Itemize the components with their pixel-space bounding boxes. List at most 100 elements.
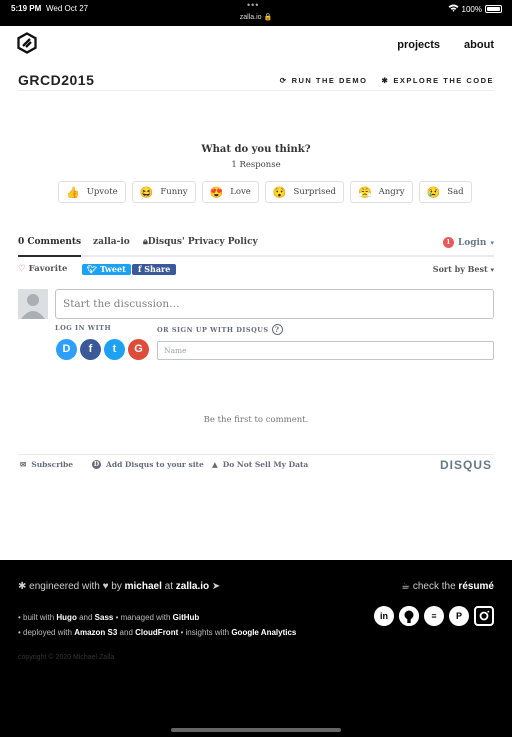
hugo-link[interactable]: Hugo [56,613,76,622]
add-disqus-link[interactable]: D Add Disqus to your site [92,460,204,469]
angry-face-icon: 😤 [357,185,372,199]
reaction-angry-button[interactable]: 😤 Angry [349,181,413,203]
subscribe-link[interactable]: ✉︎ Subscribe [20,460,73,469]
instagram-icon[interactable] [474,606,494,626]
reaction-question: What do you think? [201,144,311,155]
reaction-label: Love [230,187,251,197]
divider [18,454,494,455]
sort-dropdown[interactable]: Sort by Best ▾ [433,264,494,274]
reaction-label: Angry [378,187,405,197]
wifi-icon [448,4,459,14]
reaction-upvote-button[interactable]: 👍 Upvote [58,181,126,203]
response-count: 1 Response [231,160,281,170]
more-dots-icon[interactable]: ••• [247,0,259,10]
disqus-login-icon[interactable]: D [56,339,77,360]
github-icon[interactable] [399,606,419,626]
reaction-label: Funny [160,187,188,197]
reaction-funny-button[interactable]: 😆 Funny [131,181,196,203]
site-name-link[interactable]: zalla.io [176,581,209,592]
share-button[interactable]: f Share [132,264,177,275]
name-field[interactable]: Name [157,341,494,360]
login-with-label: LOG IN WITH [55,324,112,332]
run-demo-link[interactable]: ⟳ RUN THE DEMO [280,76,368,85]
heart-icon: ♡ [18,264,26,274]
explore-code-link[interactable]: ✱ EXPLORE THE CODE [382,76,494,85]
facebook-login-icon[interactable]: f [80,339,101,360]
favorite-label: Favorite [28,264,68,274]
share-label: Share [144,264,171,274]
chevron-down-icon: ▾ [490,238,494,247]
at-text: at [164,581,173,592]
and-text: and [119,628,133,637]
envelope-icon: ✉︎ [20,460,27,469]
empty-comments-message: Be the first to comment. [203,415,309,425]
linkedin-icon[interactable]: in [374,606,394,626]
check-text: check the [412,581,456,592]
comment-input[interactable]: Start the discussion… [55,289,494,319]
sort-label: Sort by Best [432,264,488,274]
by-text: by [111,581,122,592]
status-date: Wed Oct 27 [46,4,89,13]
surprised-face-icon: 😯 [272,185,287,199]
battery-icon [485,5,502,13]
url-bar[interactable]: zalla.io 🔒 [0,13,512,21]
favorite-button[interactable]: ♡ Favorite [18,264,67,274]
paper-plane-icon: ➤ [211,581,221,592]
s3-link[interactable]: Amazon S3 [74,628,117,637]
privacy-policy-label: Disqus' Privacy Policy [147,237,258,247]
pinterest-icon[interactable]: P [449,606,469,626]
disqus-icon: D [92,460,101,469]
signup-label: OR SIGN UP WITH DISQUS [157,325,269,334]
google-login-icon[interactable]: G [128,339,149,360]
project-actions: ⟳ RUN THE DEMO ✱ EXPLORE THE CODE [280,76,494,85]
social-links: in ≡ P [374,606,494,626]
thumbs-up-icon: 👍 [66,185,80,199]
battery-percent: 100% [461,4,482,14]
tweet-button[interactable]: 🐦︎ Tweet [82,264,131,275]
gear-icon: ✱ [381,76,390,85]
avatar [18,289,48,319]
reaction-label: Sad [447,187,464,197]
run-demo-label: RUN THE DEMO [291,76,368,85]
status-bar: 5:19 PM Wed Oct 27 ••• zalla.io 🔒 100% [0,0,512,26]
tab-community[interactable]: zalla-io [93,237,130,257]
reaction-surprised-button[interactable]: 😯 Surprised [264,181,344,203]
github-link[interactable]: GitHub [173,613,200,622]
gear-icon: ✱ [18,581,27,592]
reaction-label: Upvote [86,187,118,197]
url-text: zalla.io [239,14,262,21]
deployed-text: • deployed with [18,628,72,637]
twitter-login-icon[interactable]: t [104,339,125,360]
tab-privacy-policy[interactable]: 🔒︎Disqus' Privacy Policy [143,237,258,257]
nav-about-link[interactable]: about [464,39,494,51]
sass-link[interactable]: Sass [95,613,114,622]
site-logo-icon[interactable] [16,32,38,54]
divider [18,90,494,91]
warning-icon: ▲ [212,460,218,469]
tab-comments[interactable]: 0 Comments [18,237,82,257]
copyright: copyright © 2020 Michael Zalla [18,654,115,661]
reaction-sad-button[interactable]: 😢 Sad [418,181,472,203]
login-dropdown[interactable]: 1 Login ▾ [442,237,494,248]
home-indicator[interactable] [171,728,341,732]
subscribe-label: Subscribe [31,460,74,469]
nav-projects-link[interactable]: projects [397,39,440,51]
tweet-label: Tweet [99,264,126,274]
cloudfront-link[interactable]: CloudFront [135,628,178,637]
heart-eyes-icon: 😍 [209,185,224,199]
do-not-sell-link[interactable]: ▲ Do Not Sell My Data [212,460,308,469]
managed-text: • managed with [115,613,171,622]
twitter-icon: 🐦︎ [87,264,98,274]
sad-face-icon: 😢 [426,185,441,199]
signup-label-row: OR SIGN UP WITH DISQUS? [157,324,283,335]
help-icon[interactable]: ? [271,324,283,335]
chevron-down-icon: ▾ [490,265,494,274]
disqus-logo[interactable]: DISQUS [440,458,492,472]
resume-link[interactable]: ☕︎ check the résumé [401,581,494,592]
add-disqus-label: Add Disqus to your site [106,460,204,469]
google-analytics-link[interactable]: Google Analytics [231,628,296,637]
author-name: michael [124,581,162,592]
reaction-love-button[interactable]: 😍 Love [201,181,259,203]
lock-icon: 🔒 [263,14,273,21]
stack-overflow-icon[interactable]: ≡ [424,606,444,626]
